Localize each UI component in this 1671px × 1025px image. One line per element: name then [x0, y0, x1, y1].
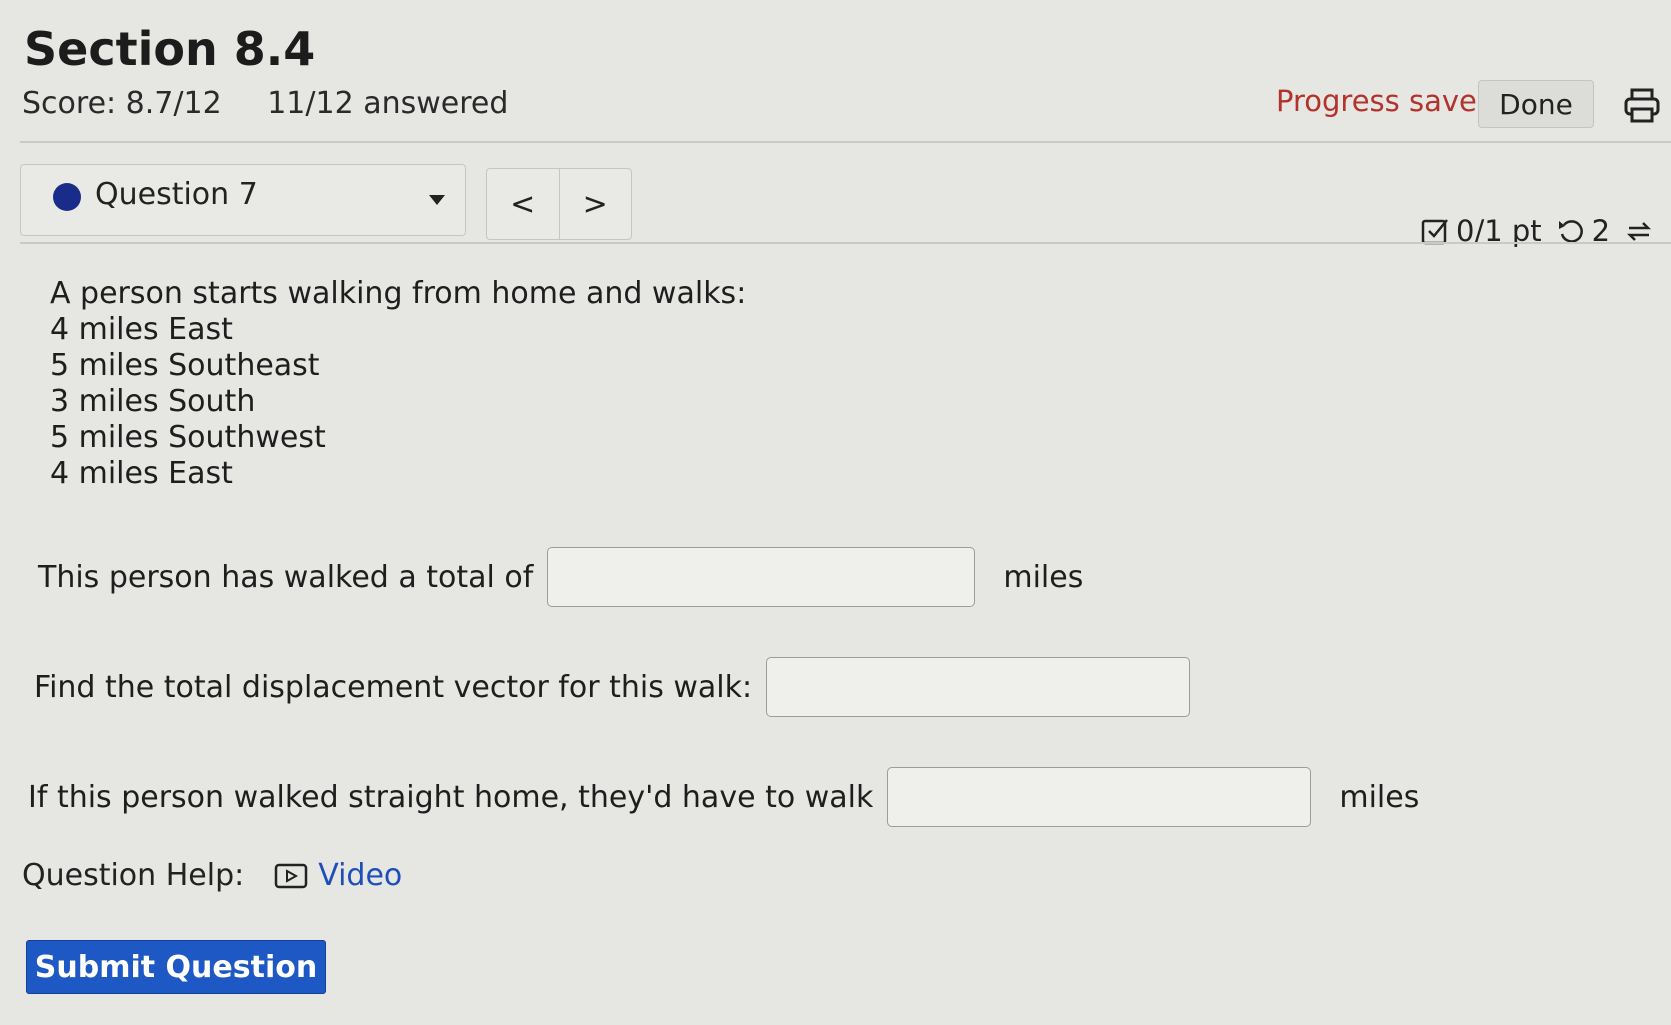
status-dot-icon — [53, 183, 81, 211]
walk-leg: 4 miles East — [50, 456, 233, 491]
walk-leg: 5 miles Southwest — [50, 420, 326, 455]
previous-question-button[interactable]: < — [487, 169, 559, 239]
walk-leg: 4 miles East — [50, 312, 233, 347]
next-question-button[interactable]: > — [558, 169, 632, 239]
header-divider — [20, 141, 1671, 143]
walk-leg: 3 miles South — [50, 384, 256, 419]
displacement-vector-input[interactable] — [766, 657, 1191, 717]
question-help-label: Question Help: — [22, 858, 245, 893]
score-text: Score: 8.7/12 — [22, 86, 222, 121]
score-line: Score: 8.7/12 11/12 answered — [22, 86, 544, 121]
answer-label: Find the total displacement vector for t… — [34, 669, 753, 705]
answer-row-total-distance: This person has walked a total of miles — [38, 547, 1083, 607]
walk-leg: 5 miles Southeast — [50, 348, 320, 383]
walk-home-distance-input[interactable] — [887, 767, 1312, 827]
video-icon[interactable] — [274, 863, 308, 889]
print-icon[interactable] — [1622, 86, 1662, 126]
caret-down-icon — [429, 195, 445, 205]
answer-label: If this person walked straight home, the… — [28, 779, 874, 815]
problem-intro: A person starts walking from home and wa… — [50, 276, 747, 311]
video-link[interactable]: Video — [318, 858, 402, 893]
answer-row-walk-home: If this person walked straight home, the… — [28, 767, 1419, 827]
question-dropdown[interactable]: Question 7 — [20, 164, 466, 236]
problem-text: A person starts walking from home and wa… — [50, 276, 746, 492]
answered-count: 11/12 answered — [267, 86, 509, 121]
done-button[interactable]: Done — [1478, 80, 1594, 128]
answer-label: This person has walked a total of — [38, 559, 534, 595]
page: Section 8.4 Score: 8.7/12 11/12 answered… — [0, 0, 1671, 1025]
question-help: Question Help: Video — [22, 858, 402, 893]
question-nav-group: < > — [486, 168, 632, 240]
progress-saved-status: Progress saved — [1276, 84, 1496, 118]
unit-label: miles — [1003, 559, 1084, 595]
submit-question-button[interactable]: Submit Question — [26, 940, 326, 994]
question-dropdown-label: Question 7 — [95, 177, 258, 212]
total-distance-input[interactable] — [547, 547, 976, 607]
section-title: Section 8.4 — [24, 22, 316, 76]
unit-label: miles — [1339, 779, 1420, 815]
question-divider — [20, 242, 1671, 244]
answer-row-displacement: Find the total displacement vector for t… — [34, 657, 1191, 717]
